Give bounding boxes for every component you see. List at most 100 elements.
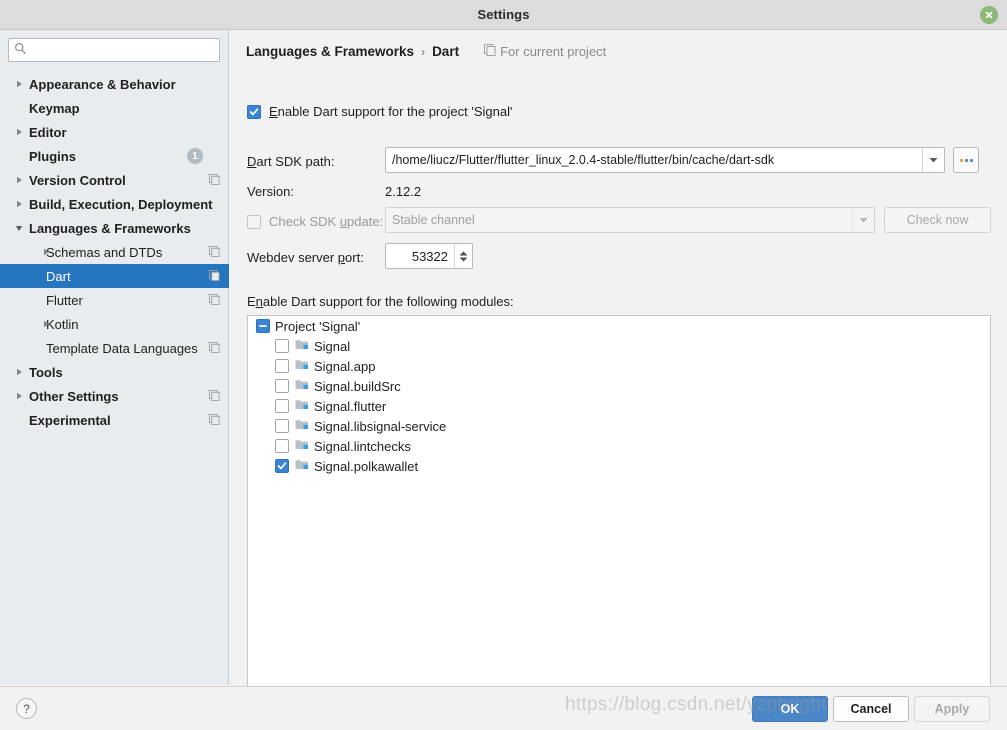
sidebar-item-label: Languages & Frameworks (29, 220, 191, 236)
check-sdk-update-label-pre: Check SDK (269, 214, 340, 229)
tree-row[interactable]: Signal.polkawallet (248, 456, 990, 476)
sidebar-item-kotlin[interactable]: Kotlin (0, 312, 229, 336)
sdk-channel-combo[interactable]: Stable channel (385, 207, 875, 233)
tree-row-root[interactable]: Project 'Signal' (248, 316, 990, 336)
cancel-button[interactable]: Cancel (833, 696, 909, 722)
webdev-port-stepper[interactable]: 53322 (385, 243, 473, 269)
sdk-path-value[interactable]: /home/liucz/Flutter/flutter_linux_2.0.4-… (386, 153, 922, 167)
sidebar-item-experimental[interactable]: Experimental (0, 408, 229, 432)
module-checkbox[interactable] (275, 439, 289, 453)
sidebar-item-label: Build, Execution, Deployment (29, 196, 213, 212)
sidebar-item-flutter[interactable]: Flutter (0, 288, 229, 312)
module-checkbox[interactable] (275, 379, 289, 393)
sidebar-item-editor[interactable]: Editor (0, 120, 229, 144)
sidebar-item-plugins[interactable]: Plugins 1 (0, 144, 229, 168)
webdev-port-spinner-buttons[interactable] (454, 244, 472, 268)
module-icon (295, 418, 309, 434)
sidebar-item-label: Other Settings (29, 388, 119, 404)
chevron-right-icon[interactable] (13, 198, 25, 210)
search-input[interactable] (30, 42, 198, 58)
module-icon (295, 338, 309, 354)
tree-row[interactable]: Signal.lintchecks (248, 436, 990, 456)
module-label: Signal.lintchecks (314, 438, 411, 454)
title-bar: Settings (0, 0, 1007, 30)
module-checkbox[interactable] (275, 399, 289, 413)
check-sdk-update-checkbox[interactable] (247, 214, 261, 229)
modules-caption-pre: E (247, 294, 256, 309)
apply-button: Apply (914, 696, 990, 722)
project-root-checkbox[interactable] (256, 319, 270, 333)
chevron-right-icon[interactable] (13, 366, 25, 378)
sidebar-item-label: Schemas and DTDs (46, 244, 163, 260)
chevron-right-icon[interactable] (13, 126, 25, 138)
help-icon[interactable]: ? (16, 698, 37, 719)
sidebar-item-tools[interactable]: Tools (0, 360, 229, 384)
sidebar-item-label: Flutter (46, 292, 83, 308)
chevron-down-icon[interactable] (852, 208, 874, 232)
enable-dart-support-checkbox[interactable] (247, 104, 261, 119)
sidebar-item-label: Keymap (29, 100, 80, 116)
version-label: Version: (247, 184, 294, 199)
check-now-button[interactable]: Check now (884, 207, 991, 233)
sdk-path-label: Dart SDK path: (247, 154, 334, 169)
module-icon (295, 358, 309, 374)
chevron-down-icon[interactable] (922, 148, 944, 172)
webdev-port-label-pre: Webdev server (247, 250, 338, 265)
tree-row[interactable]: Signal.flutter (248, 396, 990, 416)
webdev-port-label-post: ort: (345, 250, 364, 265)
chevron-right-icon[interactable] (13, 390, 25, 402)
enable-dart-support-mnemonic: E (269, 104, 278, 119)
tree-row[interactable]: Signal.buildSrc (248, 376, 990, 396)
sidebar-item-other-settings[interactable]: Other Settings (0, 384, 229, 408)
modules-caption-mnemonic: n (255, 294, 263, 309)
chevron-down-icon[interactable] (13, 222, 25, 234)
modules-caption: Enable Dart support for the following mo… (247, 294, 514, 309)
sdk-channel-value: Stable channel (392, 213, 475, 227)
window-title: Settings (477, 7, 530, 22)
browse-sdk-button[interactable] (953, 147, 979, 173)
close-icon[interactable] (980, 6, 998, 24)
sidebar-item-version-control[interactable]: Version Control (0, 168, 229, 192)
module-label: Signal (314, 338, 351, 354)
module-checkbox[interactable] (275, 339, 289, 353)
search-field[interactable] (8, 38, 220, 62)
webdev-port-label: Webdev server port: (247, 250, 364, 265)
breadcrumb-parent[interactable]: Languages & Frameworks (246, 44, 414, 59)
module-label: Signal.app (314, 358, 376, 374)
sidebar-item-dart[interactable]: Dart (0, 264, 229, 288)
module-checkbox[interactable] (275, 459, 289, 473)
sidebar-item-languages-frameworks[interactable]: Languages & Frameworks (0, 216, 229, 240)
project-scope-icon (209, 413, 220, 428)
sidebar-item-label: Version Control (29, 172, 126, 188)
sidebar-item-label: Tools (29, 364, 63, 380)
enable-dart-support-row[interactable]: Enable Dart support for the project 'Sig… (247, 104, 512, 119)
sidebar-item-label: Appearance & Behavior (29, 76, 176, 92)
breadcrumb-separator: › (421, 44, 426, 59)
ok-button[interactable]: OK (752, 696, 828, 722)
check-sdk-update-label: Check SDK update: (269, 214, 383, 229)
sdk-path-combo[interactable]: /home/liucz/Flutter/flutter_linux_2.0.4-… (385, 147, 945, 173)
module-checkbox[interactable] (275, 359, 289, 373)
tree-row[interactable]: Signal.libsignal-service (248, 416, 990, 436)
chevron-right-icon[interactable] (13, 78, 25, 90)
settings-sidebar: Appearance & Behavior Keymap Editor Plugins… (0, 30, 229, 685)
sidebar-item-appearance-behavior[interactable]: Appearance & Behavior (0, 72, 229, 96)
check-sdk-update-mnemonic: u (339, 214, 348, 229)
tree-row[interactable]: Signal.app (248, 356, 990, 376)
chevron-right-icon[interactable] (40, 318, 52, 330)
check-sdk-update-row: Check SDK update: (247, 214, 383, 229)
modules-tree[interactable]: Project 'Signal' Signal Signal.app Signal.… (247, 315, 991, 696)
sidebar-item-keymap[interactable]: Keymap (0, 96, 229, 120)
project-scope-icon (209, 269, 220, 284)
sidebar-item-build-execution-deployment[interactable]: Build, Execution, Deployment (0, 192, 229, 216)
webdev-port-value[interactable]: 53322 (386, 249, 454, 264)
chevron-right-icon[interactable] (40, 246, 52, 258)
chevron-right-icon[interactable] (13, 174, 25, 186)
breadcrumb: Languages & Frameworks › Dart For curren… (246, 44, 606, 59)
sidebar-item-template-data-languages[interactable]: Template Data Languages (0, 336, 229, 360)
sidebar-item-label: Experimental (29, 412, 111, 428)
module-checkbox[interactable] (275, 419, 289, 433)
project-scope-icon (209, 173, 220, 188)
sidebar-item-schemas-and-dtds[interactable]: Schemas and DTDs (0, 240, 229, 264)
tree-row[interactable]: Signal (248, 336, 990, 356)
